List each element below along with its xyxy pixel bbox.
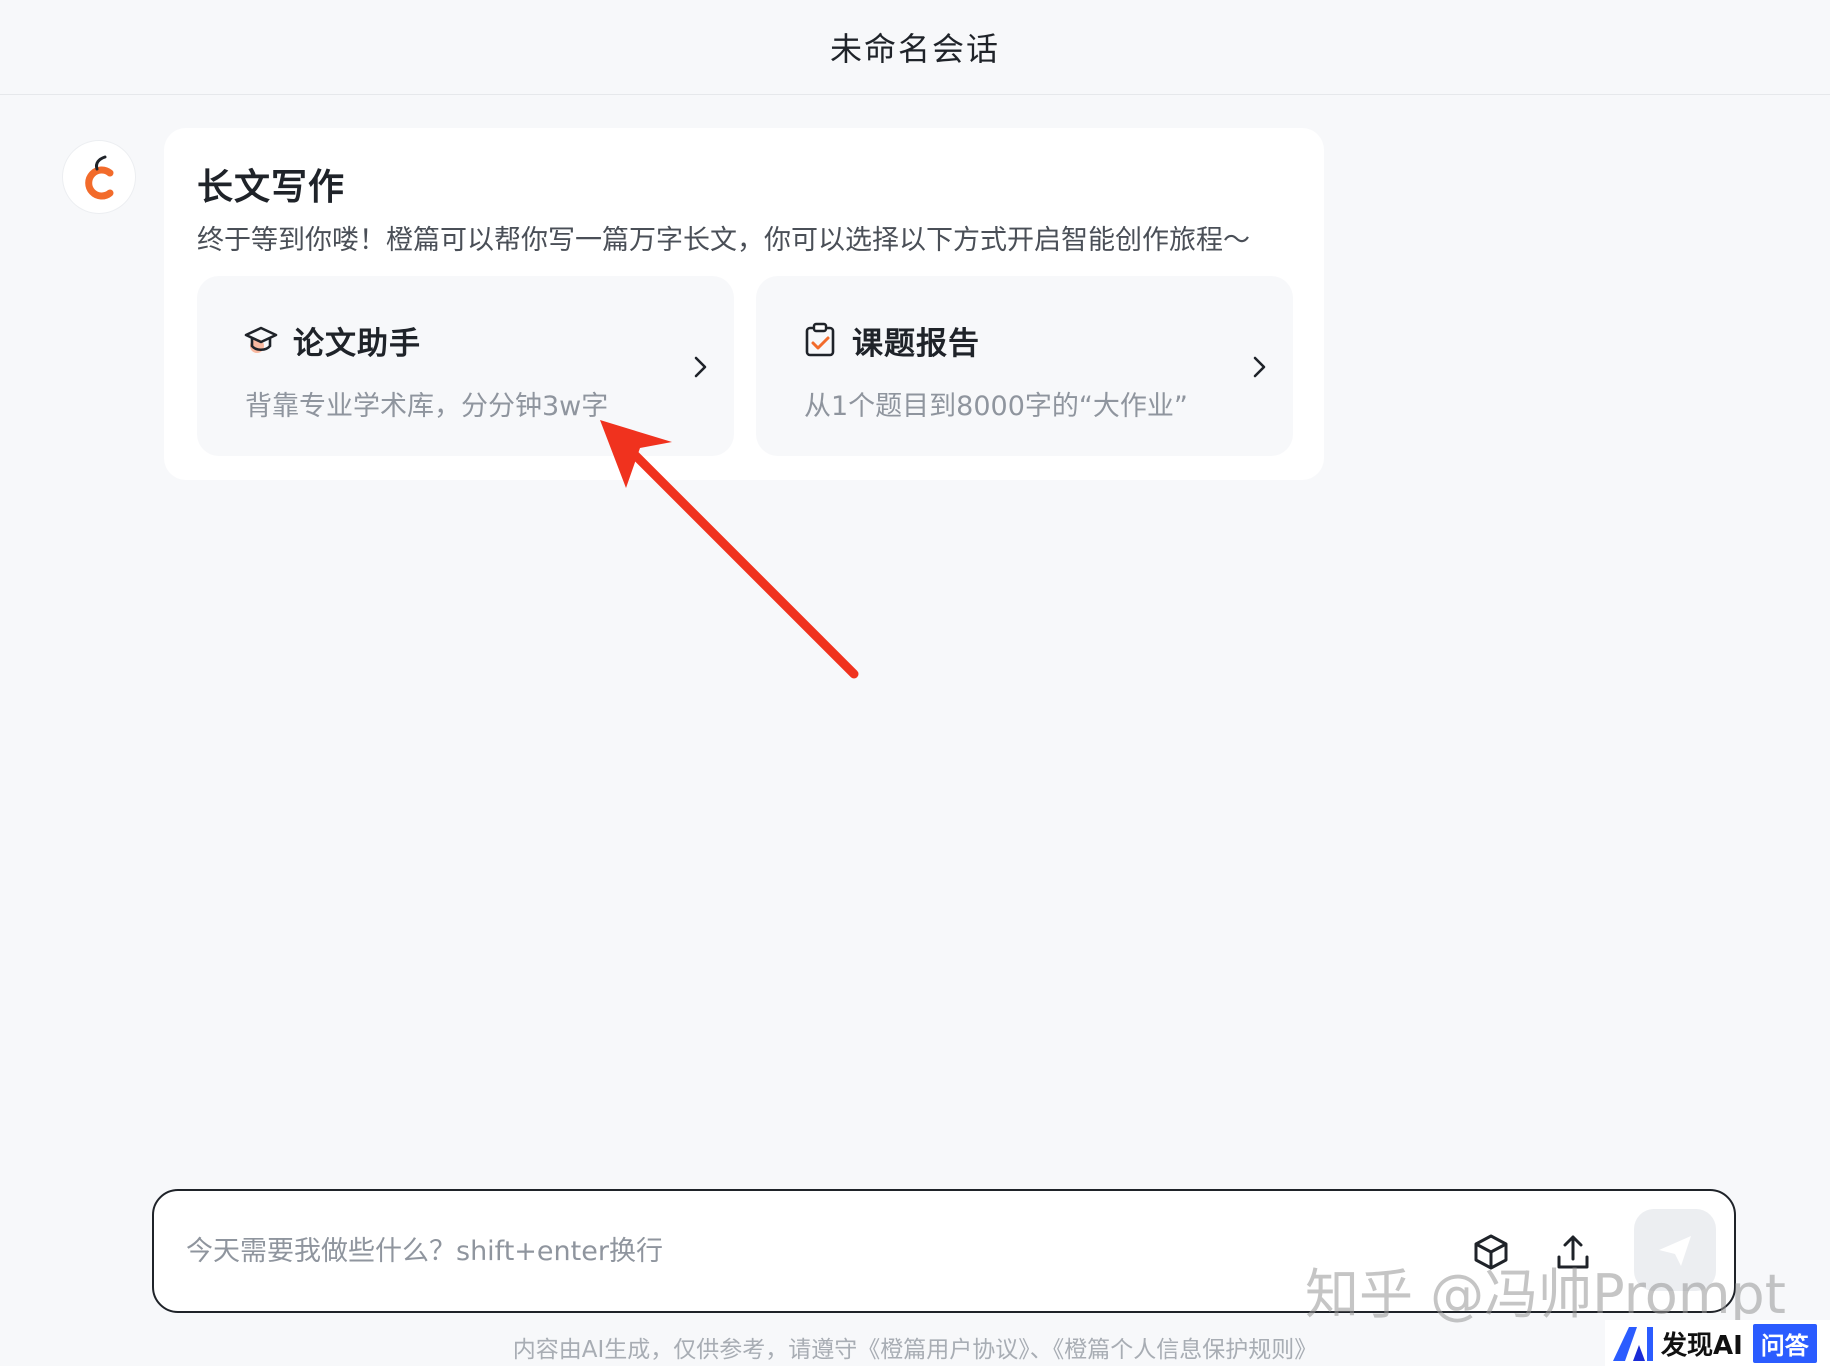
chevron-right-icon: [694, 356, 707, 378]
zhihu-watermark: 知乎 @冯帅Prompt: [1305, 1263, 1786, 1326]
conversation-title[interactable]: 未命名会话: [830, 24, 1000, 70]
option-subtitle: 从1个题目到8000字的“大作业”: [804, 391, 1188, 422]
card-title: 长文写作: [197, 167, 346, 208]
red-arrow-annotation: [600, 420, 859, 679]
option-title: 课题报告: [852, 326, 980, 362]
chat-page: 未命名会话 长文写作 终于等到你喽！橙篇可以帮你写一篇万字长文，你可以选择以下方…: [0, 0, 1830, 1366]
faxianai-watermark: 发现AI 问答: [1605, 1320, 1830, 1366]
chevron-right-icon: [1253, 356, 1266, 378]
clipboard-check-icon: [805, 322, 835, 357]
option-title: 论文助手: [293, 326, 421, 362]
watermark-qa: 问答: [1752, 1323, 1817, 1363]
chat-input[interactable]: [186, 1221, 1286, 1281]
graduation-cap-icon: [244, 326, 278, 353]
ai-logo-icon: [1613, 1327, 1653, 1361]
watermark-brand: 发现AI: [1661, 1330, 1743, 1361]
card-description: 终于等到你喽！橙篇可以帮你写一篇万字长文，你可以选择以下方式开启智能创作旅程～: [197, 225, 1250, 256]
chengpian-logo-icon: [85, 155, 114, 200]
assistant-avatar: [63, 141, 135, 213]
disclaimer: 内容由AI生成，仅供参考，请遵守《橙篇用户协议》、《橙篇个人信息保护规则》: [512, 1337, 1318, 1363]
option-subtitle: 背靠专业学术库，分分钟3w字: [245, 391, 609, 422]
header: 未命名会话: [0, 0, 1830, 95]
